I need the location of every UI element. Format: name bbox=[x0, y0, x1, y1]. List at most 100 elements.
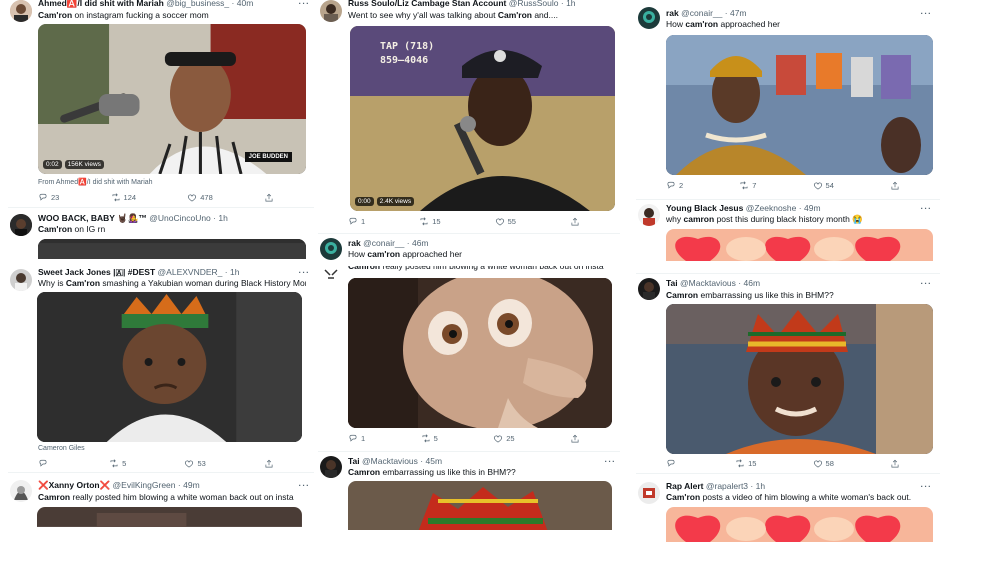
display-name[interactable]: Russ Soulo/Liz Cambage Stan Account bbox=[348, 0, 506, 8]
tweet[interactable]: rak @conair__ · 46m How cam'ron approach… bbox=[318, 234, 620, 266]
avatar[interactable] bbox=[320, 266, 342, 286]
display-name[interactable]: rak bbox=[666, 8, 679, 18]
display-name[interactable]: Tai bbox=[666, 278, 678, 288]
timestamp[interactable]: 1h bbox=[756, 481, 765, 491]
more-options-icon[interactable]: ··· bbox=[921, 8, 933, 19]
display-name[interactable]: ❌Xanny Orton❌ bbox=[38, 480, 110, 490]
tweet[interactable]: WOO BACK, BABY 🤘🏿👩‍🎤™ @UnoCincoUno · 1h … bbox=[8, 208, 314, 266]
tweet-image[interactable] bbox=[666, 35, 933, 175]
handle[interactable]: @big_business_ bbox=[166, 0, 229, 8]
handle[interactable]: @rapalert3 bbox=[706, 481, 748, 491]
reply-button[interactable] bbox=[38, 459, 51, 469]
tweet-image[interactable] bbox=[37, 292, 302, 442]
timestamp[interactable]: 1h bbox=[230, 267, 239, 277]
tweet-image[interactable] bbox=[348, 481, 612, 530]
share-button[interactable] bbox=[890, 181, 900, 191]
reply-button[interactable] bbox=[666, 459, 679, 469]
tweet-video[interactable]: 0:02 156K views JOE BUDDEN bbox=[38, 24, 306, 174]
media-credit[interactable]: Cameron Giles bbox=[38, 445, 85, 452]
display-name[interactable]: Young Black Jesus bbox=[666, 203, 743, 213]
more-options-icon[interactable]: ··· bbox=[921, 278, 933, 289]
share-button[interactable] bbox=[264, 459, 274, 469]
more-options-icon[interactable]: ··· bbox=[299, 480, 311, 491]
tweet-video[interactable] bbox=[38, 239, 306, 259]
retweet-button[interactable]: 5 bbox=[421, 434, 438, 444]
like-button[interactable]: 55 bbox=[495, 217, 516, 227]
tweet-image[interactable] bbox=[666, 229, 933, 261]
like-button[interactable]: 478 bbox=[187, 193, 213, 203]
avatar[interactable] bbox=[638, 278, 660, 300]
like-button[interactable]: 54 bbox=[813, 181, 834, 191]
more-options-icon[interactable]: ··· bbox=[299, 267, 311, 278]
tweet-video[interactable]: TAP (718) 859—4046 0:00 2.4K views bbox=[350, 26, 615, 211]
timestamp[interactable]: 49m bbox=[804, 203, 821, 213]
timestamp[interactable]: 49m bbox=[183, 480, 200, 490]
handle[interactable]: @UnoCincoUno bbox=[149, 213, 211, 223]
avatar[interactable] bbox=[320, 238, 342, 260]
tweet[interactable]: Tai @Macktavious · 46m ··· Camron embarr… bbox=[636, 274, 940, 474]
tweet[interactable]: rak @conair__ · 47m ··· How cam'ron appr… bbox=[636, 0, 940, 200]
handle[interactable]: @Macktavious bbox=[680, 278, 736, 288]
timestamp[interactable]: 1h bbox=[566, 0, 575, 8]
retweet-button[interactable]: 15 bbox=[735, 459, 756, 469]
share-button[interactable] bbox=[570, 434, 580, 444]
like-button[interactable]: 53 bbox=[184, 459, 206, 469]
tweet[interactable]: Camron really posted him blowing a white… bbox=[318, 266, 620, 452]
reply-button[interactable]: 1 bbox=[348, 217, 365, 227]
display-name[interactable]: Sweet Jack Jones |🇦| #DEST bbox=[38, 267, 155, 277]
tweet[interactable]: Rap Alert @rapalert3 · 1h ··· Cam'ron po… bbox=[636, 474, 940, 542]
display-name[interactable]: Rap Alert bbox=[666, 481, 703, 491]
avatar[interactable] bbox=[10, 480, 32, 502]
timestamp[interactable]: 45m bbox=[426, 456, 443, 466]
like-button[interactable]: 25 bbox=[493, 434, 515, 444]
handle[interactable]: @conair__ bbox=[681, 8, 722, 18]
tweet[interactable]: Ahmed🅰️/I did shit with Mariah @big_busi… bbox=[8, 0, 314, 208]
display-name[interactable]: WOO BACK, BABY 🤘🏿👩‍🎤™ bbox=[38, 213, 147, 223]
avatar[interactable] bbox=[320, 0, 342, 22]
tweet[interactable]: Tai @Macktavious · 45m ··· Camron embarr… bbox=[318, 452, 620, 530]
tweet-image[interactable] bbox=[348, 278, 612, 428]
avatar[interactable] bbox=[320, 456, 342, 478]
more-options-icon[interactable]: ··· bbox=[605, 456, 617, 467]
avatar[interactable] bbox=[10, 0, 32, 22]
retweet-button[interactable]: 124 bbox=[111, 193, 136, 203]
avatar[interactable] bbox=[10, 269, 32, 291]
display-name[interactable]: Tai bbox=[348, 456, 360, 466]
share-button[interactable] bbox=[264, 193, 274, 203]
retweet-button[interactable]: 15 bbox=[419, 217, 441, 227]
more-options-icon[interactable]: ··· bbox=[921, 203, 933, 214]
more-options-icon[interactable]: ··· bbox=[299, 0, 311, 9]
display-name[interactable]: rak bbox=[348, 238, 361, 248]
retweet-button[interactable]: 5 bbox=[109, 459, 126, 469]
tweet-video[interactable] bbox=[37, 507, 302, 527]
tweet-image[interactable] bbox=[666, 507, 933, 542]
handle[interactable]: @ALEXVNDER_ bbox=[158, 267, 223, 277]
avatar[interactable] bbox=[10, 214, 32, 236]
handle[interactable]: @EvilKingGreen bbox=[113, 480, 176, 490]
more-options-icon[interactable]: ··· bbox=[921, 481, 933, 492]
handle[interactable]: @Zeeknoshe bbox=[746, 203, 797, 213]
timestamp[interactable]: 40m bbox=[237, 0, 254, 8]
tweet-image[interactable] bbox=[666, 304, 933, 454]
reply-button[interactable]: 2 bbox=[666, 181, 683, 191]
like-button[interactable]: 58 bbox=[813, 459, 834, 469]
tweet[interactable]: Sweet Jack Jones |🇦| #DEST @ALEXVNDER_ ·… bbox=[8, 263, 314, 473]
display-name[interactable]: Ahmed🅰️/I did shit with Mariah bbox=[38, 0, 164, 8]
timestamp[interactable]: 46m bbox=[744, 278, 761, 288]
avatar[interactable] bbox=[638, 482, 660, 504]
handle[interactable]: @RussSoulo bbox=[509, 0, 559, 8]
reply-button[interactable]: 23 bbox=[38, 193, 59, 203]
share-button[interactable] bbox=[890, 459, 900, 469]
timestamp[interactable]: 1h bbox=[218, 213, 227, 223]
from-attribution[interactable]: From Ahmed🅰️/I did shit with Mariah bbox=[38, 178, 153, 186]
avatar[interactable] bbox=[638, 7, 660, 29]
tweet[interactable]: Russ Soulo/Liz Cambage Stan Account @Rus… bbox=[318, 0, 620, 234]
tweet[interactable]: Young Black Jesus @Zeeknoshe · 49m ··· w… bbox=[636, 200, 940, 274]
handle[interactable]: @conair__ bbox=[363, 238, 404, 248]
share-button[interactable] bbox=[570, 217, 580, 227]
reply-button[interactable]: 1 bbox=[348, 434, 365, 444]
handle[interactable]: @Macktavious bbox=[362, 456, 418, 466]
avatar[interactable] bbox=[638, 204, 660, 226]
retweet-button[interactable]: 7 bbox=[739, 181, 756, 191]
timestamp[interactable]: 47m bbox=[730, 8, 747, 18]
